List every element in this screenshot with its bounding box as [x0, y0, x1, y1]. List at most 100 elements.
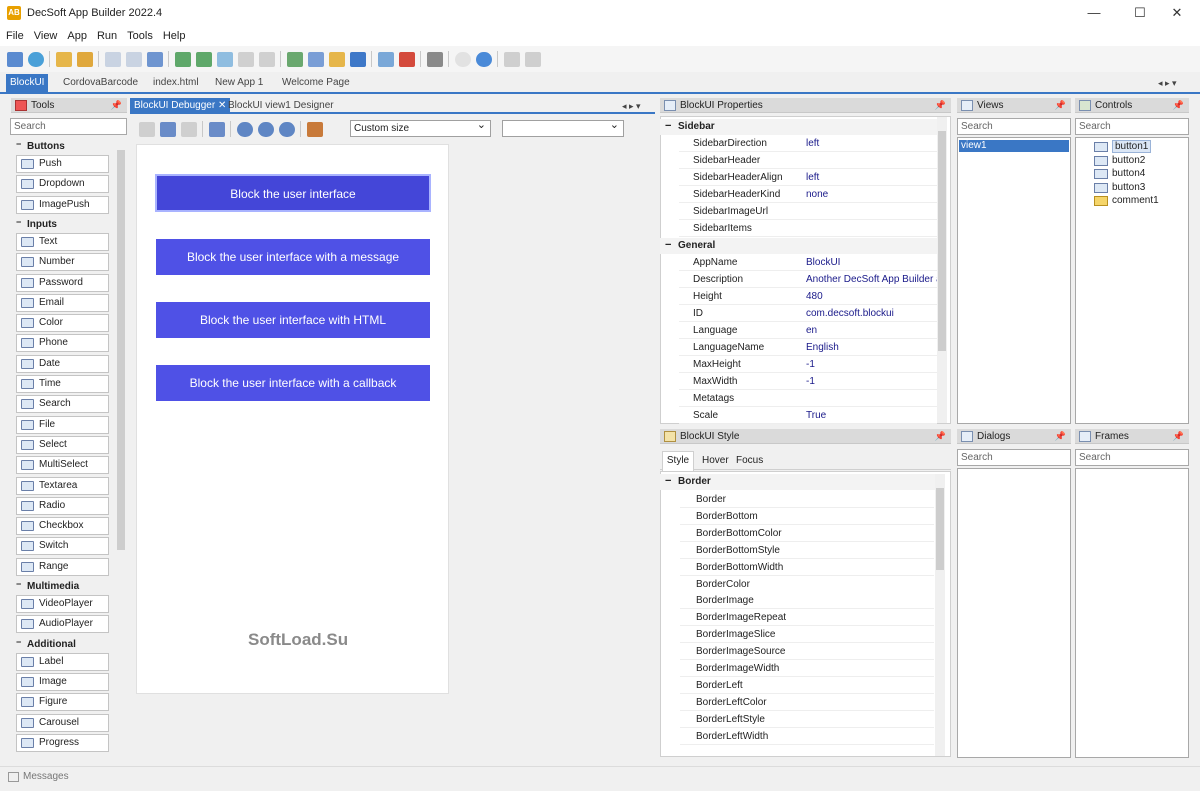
- app-theme-icon[interactable]: [307, 51, 324, 67]
- prop-value[interactable]: left: [806, 135, 937, 152]
- tab-blockui-debugger[interactable]: BlockUI Debugger ✕: [130, 98, 231, 114]
- prop-row-sidebarheaderkind[interactable]: SidebarHeaderKind none: [679, 186, 937, 203]
- doc-tab-welcome[interactable]: Welcome Page: [278, 74, 354, 92]
- prop-row-sidebardirection[interactable]: SidebarDirection left: [679, 135, 937, 152]
- doc-tab-cordovabarcode[interactable]: CordovaBarcode: [59, 74, 142, 92]
- tool-switch[interactable]: Switch: [16, 537, 109, 556]
- view-item-view1[interactable]: view1: [959, 140, 1069, 152]
- style-row-borderbottomstyle[interactable]: BorderBottomStyle: [680, 541, 934, 559]
- refresh-icon[interactable]: [208, 121, 225, 137]
- control-button1[interactable]: button1: [1094, 140, 1152, 153]
- tool-text[interactable]: Text: [16, 232, 109, 251]
- prop-value[interactable]: BlockUI: [806, 254, 937, 271]
- tools-category-multimedia[interactable]: Multimedia: [14, 580, 128, 593]
- properties-scrollbar[interactable]: [937, 117, 947, 423]
- add-view-icon[interactable]: [174, 51, 191, 67]
- size-select[interactable]: Custom size: [350, 118, 491, 137]
- tool-time[interactable]: Time: [16, 375, 109, 393]
- views-search-input[interactable]: Search: [957, 118, 1071, 135]
- recent-folder-icon[interactable]: [76, 51, 93, 67]
- prop-row-id[interactable]: ID com.decsoft.blockui: [679, 305, 937, 322]
- close-button[interactable]: ✕: [1154, 0, 1200, 28]
- tools-icon[interactable]: [426, 51, 443, 67]
- tools-category-additional[interactable]: Additional: [14, 638, 128, 651]
- prop-row-maxwidth[interactable]: MaxWidth -1: [679, 373, 937, 390]
- forward-arrow-icon[interactable]: [180, 121, 197, 137]
- style-row-border[interactable]: Border: [680, 491, 934, 508]
- pin-icon[interactable]: 📌: [935, 98, 946, 113]
- tool-select[interactable]: Select: [16, 435, 109, 454]
- style-row-bordercolor[interactable]: BorderColor: [680, 575, 934, 593]
- tool-date[interactable]: Date: [16, 354, 109, 373]
- control-comment1[interactable]: comment1: [1094, 195, 1159, 207]
- control-button3[interactable]: button3: [1094, 182, 1145, 194]
- menu-view[interactable]: View: [28, 28, 62, 42]
- style-row-borderleftstyle[interactable]: BorderLeftStyle: [680, 710, 934, 728]
- hover-tab[interactable]: Hover: [698, 453, 733, 469]
- back-arrow-icon[interactable]: [138, 121, 155, 137]
- tools-scrollbar[interactable]: [116, 140, 126, 760]
- tool-imagepush[interactable]: ImagePush: [16, 195, 109, 214]
- open-folder-icon[interactable]: [55, 51, 72, 67]
- block-ui-button[interactable]: Block the user interface: [155, 174, 431, 212]
- control-button2[interactable]: button2: [1094, 155, 1145, 167]
- remove-view-icon[interactable]: [237, 51, 254, 67]
- add-dialog-icon[interactable]: [195, 51, 212, 67]
- doc-tab-blockui[interactable]: BlockUI: [6, 74, 49, 92]
- open-app-icon[interactable]: [27, 51, 44, 67]
- run-icon[interactable]: [454, 51, 471, 67]
- tool-phone[interactable]: Phone: [16, 334, 109, 353]
- style-section-border[interactable]: Border: [660, 473, 937, 490]
- menu-tools[interactable]: Tools: [121, 28, 157, 42]
- prop-row-maxheight[interactable]: MaxHeight -1: [679, 356, 937, 373]
- menu-run[interactable]: Run: [91, 28, 121, 42]
- prop-row-language[interactable]: Language en: [679, 322, 937, 339]
- controls-search-input[interactable]: Search: [1075, 118, 1189, 135]
- tool-videoplayer[interactable]: VideoPlayer: [16, 595, 109, 613]
- prop-row-appname[interactable]: AppName BlockUI: [679, 254, 937, 271]
- prop-value[interactable]: True: [806, 407, 937, 424]
- zoom-in-icon[interactable]: [236, 121, 253, 137]
- prop-value[interactable]: English: [806, 339, 937, 356]
- block-ui-callback-button[interactable]: Block the user interface with a callback: [156, 365, 430, 401]
- frames-search-input[interactable]: Search: [1075, 449, 1189, 466]
- doc-tabs-nav-icon[interactable]: ◂ ▸ ▾: [1154, 74, 1181, 92]
- prop-row-scale[interactable]: Scale True: [679, 407, 937, 424]
- tool-radio[interactable]: Radio: [16, 496, 109, 515]
- tool-carousel[interactable]: Carousel: [16, 713, 109, 732]
- style-row-borderimage[interactable]: BorderImage: [680, 592, 934, 610]
- tool-file[interactable]: File: [16, 415, 109, 434]
- prop-row-description[interactable]: Description Another DecSoft App Builder a…: [679, 271, 937, 288]
- tool-audioplayer[interactable]: AudioPlayer: [16, 615, 109, 634]
- style-row-borderleftwidth[interactable]: BorderLeftWidth: [680, 727, 934, 745]
- style-row-borderbottomcolor[interactable]: BorderBottomColor: [680, 524, 934, 542]
- prop-value[interactable]: -1: [806, 356, 937, 373]
- menu-help[interactable]: Help: [157, 28, 190, 42]
- tool-figure[interactable]: Figure: [16, 693, 109, 712]
- minimize-button[interactable]: —: [1071, 0, 1117, 28]
- remove-item-icon[interactable]: [258, 51, 275, 67]
- app-database-icon[interactable]: [349, 51, 366, 67]
- inspect-icon[interactable]: [306, 121, 323, 137]
- style-row-borderimagerepeat[interactable]: BorderImageRepeat: [680, 609, 934, 627]
- zoom-reset-icon[interactable]: [278, 121, 295, 137]
- settings-gear-icon[interactable]: [524, 51, 541, 67]
- prop-value[interactable]: none: [806, 186, 937, 203]
- prop-value[interactable]: 480: [806, 288, 937, 305]
- pin-icon[interactable]: 📌: [111, 98, 122, 113]
- prop-value[interactable]: -1: [806, 373, 937, 390]
- save-all-icon[interactable]: [146, 51, 163, 67]
- pin-icon[interactable]: 📌: [1055, 429, 1066, 444]
- tool-password[interactable]: Password: [16, 273, 109, 292]
- menu-app[interactable]: App: [61, 28, 91, 42]
- style-row-borderimageslice[interactable]: BorderImageSlice: [680, 626, 934, 644]
- app-settings-icon[interactable]: [286, 51, 303, 67]
- tool-search[interactable]: Search: [16, 395, 109, 414]
- pin-icon[interactable]: 📌: [935, 429, 946, 444]
- style-row-borderleftcolor[interactable]: BorderLeftColor: [680, 693, 934, 711]
- tool-image[interactable]: Image: [16, 672, 109, 691]
- style-tab[interactable]: Style: [662, 451, 694, 471]
- tool-progress[interactable]: Progress: [16, 733, 109, 752]
- tool-number[interactable]: Number: [16, 253, 109, 272]
- save-as-icon[interactable]: [125, 51, 142, 67]
